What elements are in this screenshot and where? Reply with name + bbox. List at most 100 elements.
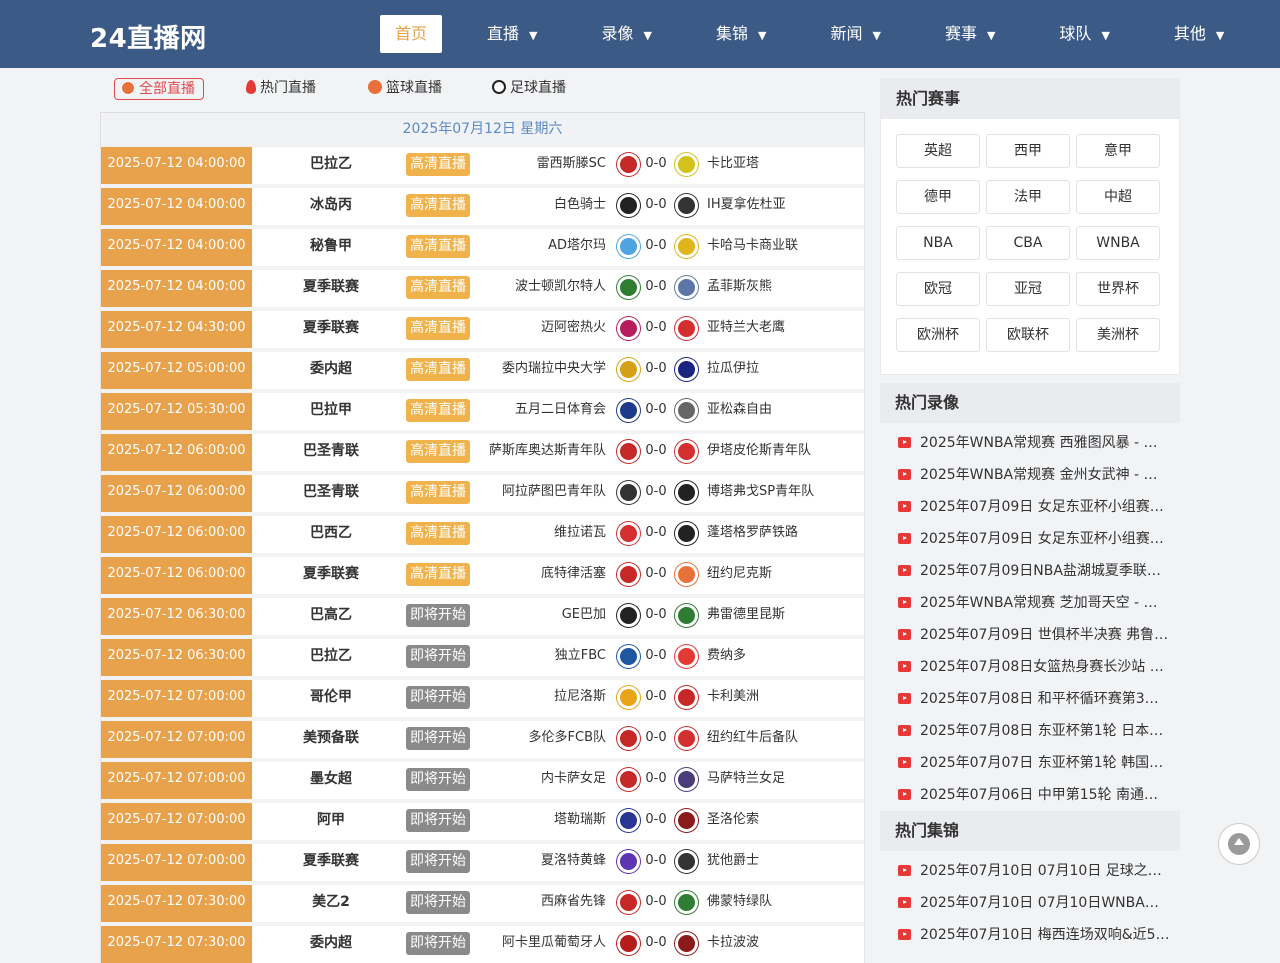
match-row[interactable]: 2025-07-12 07:00:00 哥伦甲 即将开始 拉尼洛斯 0-0 卡利美洲 xyxy=(101,676,864,717)
match-league[interactable]: 秘鲁甲 xyxy=(281,229,381,263)
hot-event-chip[interactable]: 美洲杯 xyxy=(1076,318,1160,352)
hot-event-chip[interactable]: 法甲 xyxy=(986,180,1070,214)
nav-item-5[interactable]: 赛事 ▼ xyxy=(930,15,1010,53)
away-team-name[interactable]: 佛蒙特绿队 xyxy=(707,885,772,919)
video-link[interactable]: 2025年07月10日 07月10日 足球之夜… xyxy=(880,855,1170,887)
stream-status-button[interactable]: 高清直播 xyxy=(406,563,470,586)
match-league[interactable]: 夏季联赛 xyxy=(281,270,381,304)
hot-event-chip[interactable]: 欧洲杯 xyxy=(896,318,980,352)
video-link[interactable]: 2025年07月09日 女足东亚杯小组赛… xyxy=(880,491,1170,523)
video-link[interactable]: 2025年WNBA常规赛 金州女武神 - 印… xyxy=(880,459,1170,491)
away-team-name[interactable]: 卡拉波波 xyxy=(707,926,759,960)
match-row[interactable]: 2025-07-12 07:00:00 墨女超 即将开始 内卡萨女足 0-0 马萨特兰女足 xyxy=(101,758,864,799)
stream-status-button[interactable]: 即将开始 xyxy=(406,891,470,914)
stream-status-button[interactable]: 高清直播 xyxy=(406,399,470,422)
match-league[interactable]: 巴拉乙 xyxy=(281,639,381,673)
match-row[interactable]: 2025-07-12 06:30:00 巴拉乙 即将开始 独立FBC 0-0 费纳多 xyxy=(101,635,864,676)
home-team-name[interactable]: 阿拉萨图巴青年队 xyxy=(502,475,606,509)
match-league[interactable]: 墨女超 xyxy=(281,762,381,796)
away-team-name[interactable]: 卡比亚塔 xyxy=(707,147,759,181)
away-team-name[interactable]: 亚松森自由 xyxy=(707,393,772,427)
hot-event-chip[interactable]: CBA xyxy=(986,226,1070,260)
nav-item-6[interactable]: 球队 ▼ xyxy=(1044,15,1124,53)
away-team-name[interactable]: 博塔弗戈SP青年队 xyxy=(707,475,814,509)
stream-status-button[interactable]: 高清直播 xyxy=(406,522,470,545)
away-team-name[interactable]: 纽约红牛后备队 xyxy=(707,721,798,755)
stream-status-button[interactable]: 高清直播 xyxy=(406,153,470,176)
away-team-name[interactable]: IH夏拿佐杜亚 xyxy=(707,188,786,222)
away-team-name[interactable]: 卡利美洲 xyxy=(707,680,759,714)
match-row[interactable]: 2025-07-12 04:30:00 夏季联赛 高清直播 迈阿密热火 0-0 亚特兰大老… xyxy=(101,307,864,348)
home-team-name[interactable]: 迈阿密热火 xyxy=(541,311,606,345)
hot-event-chip[interactable]: WNBA xyxy=(1076,226,1160,260)
match-league[interactable]: 巴拉甲 xyxy=(281,393,381,427)
stream-status-button[interactable]: 即将开始 xyxy=(406,932,470,955)
match-row[interactable]: 2025-07-12 07:00:00 美预备联 即将开始 多伦多FCB队 0-0 纽约红… xyxy=(101,717,864,758)
match-league[interactable]: 巴圣青联 xyxy=(281,434,381,468)
hot-event-chip[interactable]: 世界杯 xyxy=(1076,272,1160,306)
match-league[interactable]: 美乙2 xyxy=(281,885,381,919)
match-row[interactable]: 2025-07-12 06:00:00 巴圣青联 高清直播 阿拉萨图巴青年队 0-0 博塔… xyxy=(101,471,864,512)
away-team-name[interactable]: 拉瓜伊拉 xyxy=(707,352,759,386)
tab-hot-live[interactable]: 热门直播 xyxy=(246,78,316,100)
video-link[interactable]: 2025年07月07日 东亚杯第1轮 韩国v… xyxy=(880,747,1170,779)
stream-status-button[interactable]: 高清直播 xyxy=(406,440,470,463)
match-row[interactable]: 2025-07-12 06:00:00 夏季联赛 高清直播 底特律活塞 0-0 纽约尼克斯 xyxy=(101,553,864,594)
home-team-name[interactable]: AD塔尔玛 xyxy=(548,229,606,263)
hot-event-chip[interactable]: 英超 xyxy=(896,134,980,168)
match-row[interactable]: 2025-07-12 04:00:00 冰岛丙 高清直播 白色骑士 0-0 IH夏拿佐杜亚 xyxy=(101,184,864,225)
back-to-top-button[interactable] xyxy=(1218,823,1260,865)
home-team-name[interactable]: 拉尼洛斯 xyxy=(554,680,606,714)
video-link[interactable]: 2025年07月08日 和平杯循环赛第3轮… xyxy=(880,683,1170,715)
match-league[interactable]: 夏季联赛 xyxy=(281,311,381,345)
match-row[interactable]: 2025-07-12 04:00:00 巴拉乙 高清直播 雷西斯滕SC 0-0 卡比亚塔 xyxy=(101,146,864,184)
home-team-name[interactable]: 独立FBC xyxy=(555,639,606,673)
home-team-name[interactable]: 塔勒瑞斯 xyxy=(554,803,606,837)
stream-status-button[interactable]: 高清直播 xyxy=(406,358,470,381)
match-row[interactable]: 2025-07-12 04:00:00 秘鲁甲 高清直播 AD塔尔玛 0-0 卡哈马卡商业… xyxy=(101,225,864,266)
stream-status-button[interactable]: 即将开始 xyxy=(406,850,470,873)
match-row[interactable]: 2025-07-12 07:30:00 委内超 即将开始 阿卡里瓜葡萄牙人 0-0 卡拉波… xyxy=(101,922,864,963)
match-row[interactable]: 2025-07-12 04:00:00 夏季联赛 高清直播 波士顿凯尔特人 0-0 孟菲斯… xyxy=(101,266,864,307)
home-team-name[interactable]: 波士顿凯尔特人 xyxy=(515,270,606,304)
hot-event-chip[interactable]: 西甲 xyxy=(986,134,1070,168)
match-row[interactable]: 2025-07-12 07:30:00 美乙2 即将开始 西麻省先锋 0-0 佛蒙特绿队 xyxy=(101,881,864,922)
nav-item-3[interactable]: 集锦 ▼ xyxy=(701,15,781,53)
stream-status-button[interactable]: 即将开始 xyxy=(406,727,470,750)
hot-event-chip[interactable]: 意甲 xyxy=(1076,134,1160,168)
match-league[interactable]: 哥伦甲 xyxy=(281,680,381,714)
stream-status-button[interactable]: 高清直播 xyxy=(406,481,470,504)
home-team-name[interactable]: 雷西斯滕SC xyxy=(537,147,606,181)
home-team-name[interactable]: 西麻省先锋 xyxy=(541,885,606,919)
home-team-name[interactable]: GE巴加 xyxy=(562,598,606,632)
away-team-name[interactable]: 圣洛伦索 xyxy=(707,803,759,837)
away-team-name[interactable]: 蓬塔格罗萨铁路 xyxy=(707,516,798,550)
nav-item-7[interactable]: 其他 ▼ xyxy=(1159,15,1239,53)
match-league[interactable]: 巴高乙 xyxy=(281,598,381,632)
match-league[interactable]: 委内超 xyxy=(281,926,381,960)
away-team-name[interactable]: 亚特兰大老鹰 xyxy=(707,311,785,345)
nav-item-0[interactable]: 首页 xyxy=(380,15,442,53)
away-team-name[interactable]: 孟菲斯灰熊 xyxy=(707,270,772,304)
hot-event-chip[interactable]: 德甲 xyxy=(896,180,980,214)
home-team-name[interactable]: 维拉诺瓦 xyxy=(554,516,606,550)
match-league[interactable]: 巴拉乙 xyxy=(281,147,381,181)
away-team-name[interactable]: 纽约尼克斯 xyxy=(707,557,772,591)
video-link[interactable]: 2025年WNBA常规赛 西雅图风暴 - 康… xyxy=(880,427,1170,459)
match-league[interactable]: 夏季联赛 xyxy=(281,844,381,878)
stream-status-button[interactable]: 高清直播 xyxy=(406,317,470,340)
home-team-name[interactable]: 委内瑞拉中央大学 xyxy=(502,352,606,386)
stream-status-button[interactable]: 即将开始 xyxy=(406,809,470,832)
stream-status-button[interactable]: 高清直播 xyxy=(406,194,470,217)
video-link[interactable]: 2025年07月10日 梅西连场双响&近5… xyxy=(880,919,1170,951)
match-league[interactable]: 巴西乙 xyxy=(281,516,381,550)
home-team-name[interactable]: 阿卡里瓜葡萄牙人 xyxy=(502,926,606,960)
home-team-name[interactable]: 白色骑士 xyxy=(554,188,606,222)
nav-item-1[interactable]: 直播 ▼ xyxy=(472,15,552,53)
video-link[interactable]: 2025年07月09日 女足东亚杯小组赛… xyxy=(880,523,1170,555)
tab-all-live[interactable]: 全部直播 xyxy=(114,78,204,100)
video-link[interactable]: 2025年07月08日女篮热身赛长沙站 … xyxy=(880,651,1170,683)
video-link[interactable]: 2025年07月08日 东亚杯第1轮 日本v… xyxy=(880,715,1170,747)
match-row[interactable]: 2025-07-12 07:00:00 阿甲 即将开始 塔勒瑞斯 0-0 圣洛伦索 xyxy=(101,799,864,840)
match-row[interactable]: 2025-07-12 06:30:00 巴高乙 即将开始 GE巴加 0-0 弗雷德里昆斯 xyxy=(101,594,864,635)
